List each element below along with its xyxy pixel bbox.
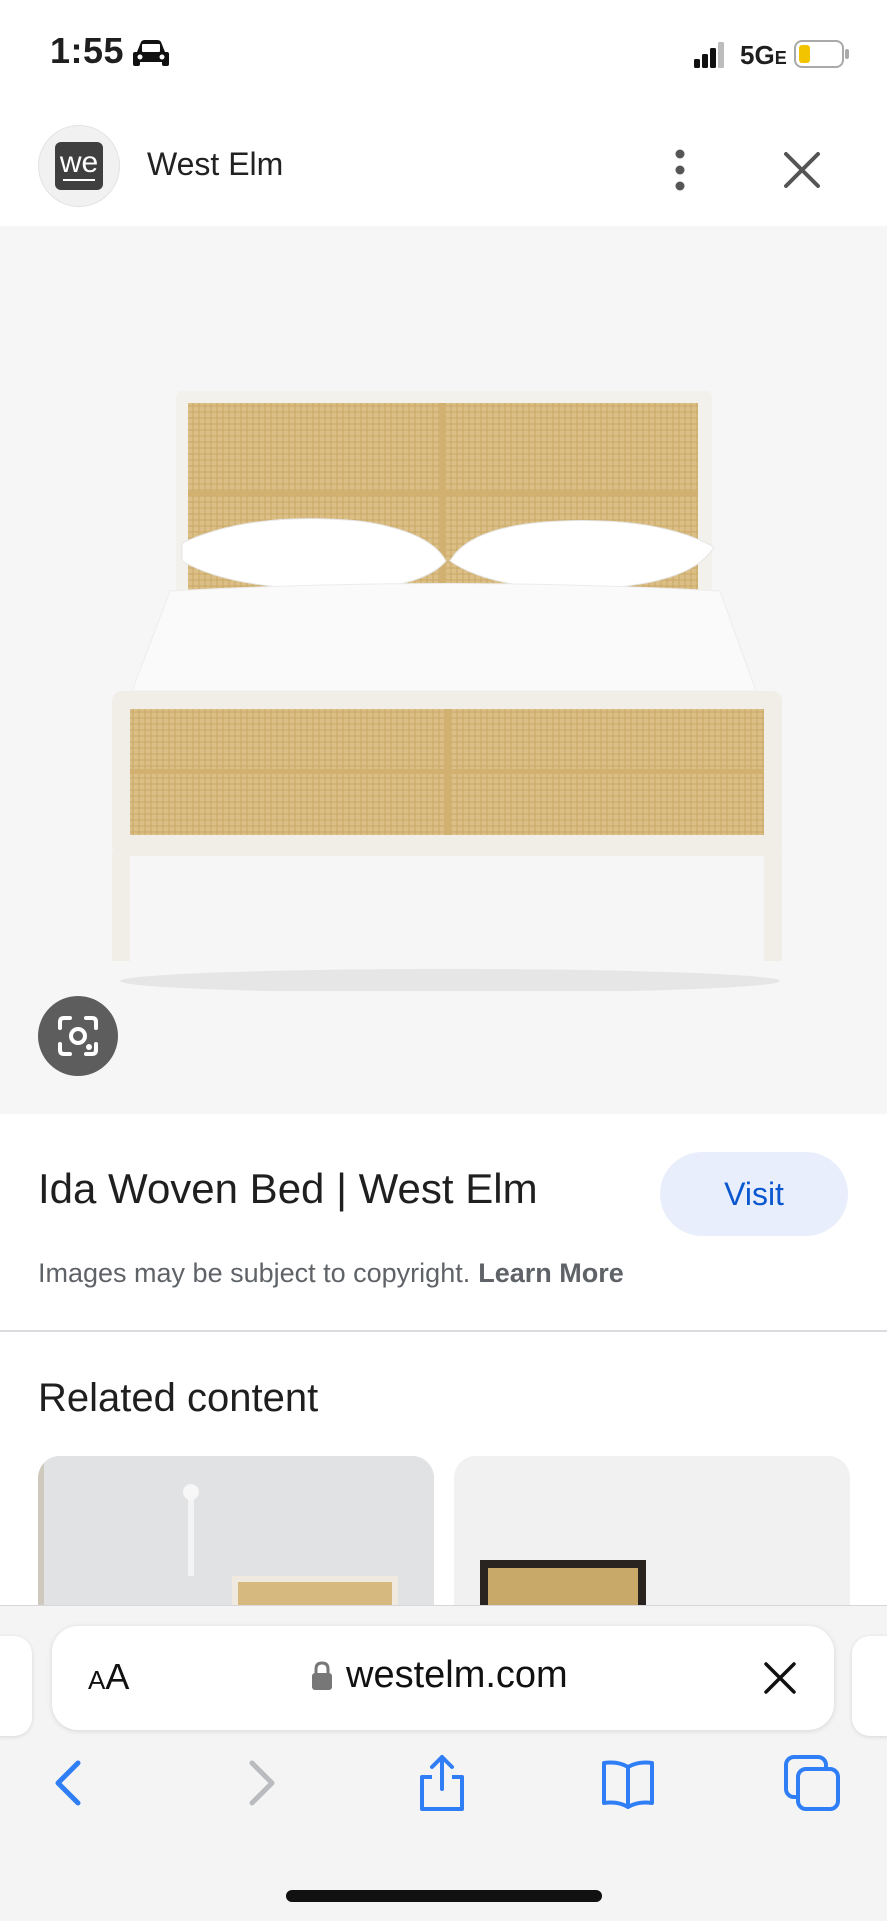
site-avatar[interactable]: we [38, 125, 120, 207]
section-divider [0, 1330, 887, 1332]
previous-tab-peek[interactable] [0, 1636, 32, 1736]
source-header: we West Elm [0, 110, 887, 226]
network-type: 5G [740, 40, 775, 70]
copyright-text: Images may be subject to copyright. [38, 1258, 471, 1288]
bookmarks-icon[interactable] [598, 1753, 658, 1813]
related-content-heading: Related content [38, 1376, 319, 1420]
address-bar[interactable]: AA westelm.com [52, 1626, 834, 1730]
reader-label-small: A [88, 1665, 106, 1695]
tabs-icon[interactable] [782, 1753, 842, 1813]
related-thumbnail [454, 1456, 850, 1616]
status-bar: 1:55 5GE [0, 0, 887, 110]
car-icon [133, 40, 169, 66]
more-vert-icon[interactable] [660, 146, 700, 194]
result-title[interactable]: Ida Woven Bed | West Elm [38, 1165, 538, 1213]
share-icon[interactable] [412, 1753, 472, 1813]
safari-toolbar: AA westelm.com [0, 1605, 887, 1921]
reader-button[interactable]: AA [88, 1656, 129, 1698]
lock-icon [312, 1661, 332, 1690]
copyright-notice: Images may be subject to copyright. Learn… [38, 1258, 624, 1289]
lens-icon [58, 1016, 98, 1056]
west-elm-logo: we [55, 142, 103, 190]
lens-button[interactable] [38, 996, 118, 1076]
home-indicator[interactable] [286, 1890, 602, 1902]
site-name[interactable]: West Elm [147, 146, 283, 183]
network-suffix: E [774, 48, 787, 68]
next-tab-peek[interactable] [852, 1636, 887, 1736]
visit-button[interactable]: Visit [660, 1152, 848, 1236]
related-card[interactable] [454, 1456, 850, 1616]
signal-icon [694, 42, 724, 68]
logo-underline [63, 179, 95, 181]
related-thumbnail [38, 1456, 434, 1616]
network-label: 5GE [740, 40, 787, 71]
related-card[interactable] [38, 1456, 434, 1616]
site-logo-text: we [59, 146, 99, 179]
clear-url-icon[interactable] [760, 1658, 800, 1698]
image-viewer[interactable] [0, 226, 887, 1114]
forward-icon[interactable] [230, 1753, 290, 1813]
bed-photo [112, 391, 782, 991]
url-text[interactable]: westelm.com [346, 1654, 568, 1697]
battery-icon [794, 40, 849, 68]
learn-more-link[interactable]: Learn More [478, 1258, 624, 1288]
back-icon[interactable] [40, 1753, 100, 1813]
close-icon[interactable] [780, 148, 824, 192]
status-time: 1:55 [50, 30, 125, 71]
reader-label-big: A [105, 1656, 130, 1697]
